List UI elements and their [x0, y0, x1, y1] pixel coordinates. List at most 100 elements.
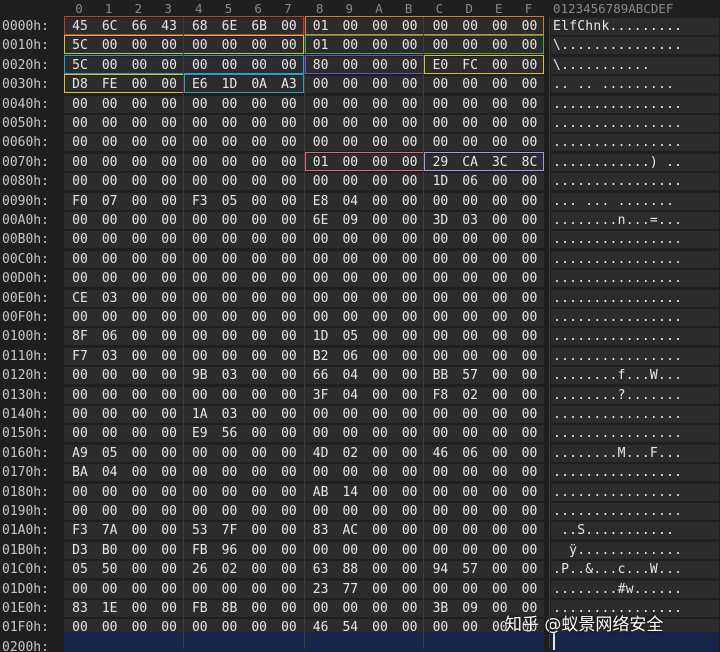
- hex-byte[interactable]: 00: [307, 114, 335, 133]
- hex-byte[interactable]: 00: [396, 386, 424, 405]
- hex-byte[interactable]: 00: [155, 153, 183, 172]
- hex-byte[interactable]: 00: [516, 289, 544, 308]
- hex-byte[interactable]: 00: [155, 269, 183, 288]
- hex-byte[interactable]: 00: [486, 269, 514, 288]
- hex-byte[interactable]: 00: [366, 424, 394, 443]
- hex-byte[interactable]: 00: [366, 327, 394, 346]
- hex-byte[interactable]: 00: [336, 250, 364, 269]
- hex-byte[interactable]: 00: [516, 133, 544, 152]
- hex-byte[interactable]: 00: [125, 386, 153, 405]
- hex-byte[interactable]: D3: [66, 541, 94, 560]
- hex-byte[interactable]: 00: [516, 95, 544, 114]
- ascii-row[interactable]: ................: [553, 463, 718, 482]
- hex-byte[interactable]: 00: [155, 327, 183, 346]
- hex-byte[interactable]: 00: [275, 424, 303, 443]
- ascii-row[interactable]: \...............: [553, 36, 718, 55]
- hex-byte[interactable]: 00: [396, 133, 424, 152]
- hex-byte[interactable]: 00: [426, 405, 454, 424]
- hex-byte[interactable]: 00: [245, 386, 273, 405]
- hex-byte[interactable]: 00: [396, 250, 424, 269]
- ascii-row[interactable]: ................: [553, 327, 718, 346]
- hex-byte[interactable]: 00: [456, 192, 484, 211]
- hex-byte[interactable]: 00: [366, 75, 394, 94]
- hex-byte[interactable]: 00: [336, 502, 364, 521]
- ascii-row[interactable]: ................: [553, 483, 718, 502]
- hex-byte[interactable]: 00: [125, 463, 153, 482]
- hex-byte[interactable]: 00: [516, 347, 544, 366]
- hex-byte[interactable]: 00: [366, 308, 394, 327]
- hex-byte[interactable]: 00: [155, 289, 183, 308]
- hex-byte[interactable]: 00: [486, 75, 514, 94]
- hex-byte[interactable]: 00: [366, 192, 394, 211]
- hex-byte[interactable]: 83: [66, 599, 94, 618]
- hex-byte[interactable]: 50: [96, 560, 124, 579]
- hex-byte[interactable]: 4D: [307, 444, 335, 463]
- hex-byte[interactable]: 05: [336, 327, 364, 346]
- hex-byte[interactable]: 56: [216, 424, 244, 443]
- hex-byte[interactable]: 00: [486, 172, 514, 191]
- hex-byte[interactable]: 00: [96, 502, 124, 521]
- hex-byte[interactable]: 00: [516, 114, 544, 133]
- hex-byte[interactable]: 00: [216, 502, 244, 521]
- hex-byte[interactable]: 00: [366, 269, 394, 288]
- hex-byte[interactable]: 00: [275, 580, 303, 599]
- hex-byte[interactable]: 00: [216, 172, 244, 191]
- hex-byte[interactable]: 96: [216, 541, 244, 560]
- hex-byte[interactable]: F0: [66, 192, 94, 211]
- hex-byte[interactable]: 00: [125, 133, 153, 152]
- hex-byte[interactable]: 00: [125, 560, 153, 579]
- hex-byte[interactable]: 00: [275, 386, 303, 405]
- hex-byte[interactable]: 00: [516, 580, 544, 599]
- hex-byte[interactable]: 00: [396, 114, 424, 133]
- hex-byte[interactable]: 00: [245, 405, 273, 424]
- hex-byte[interactable]: 00: [396, 560, 424, 579]
- hex-byte[interactable]: 00: [96, 153, 124, 172]
- hex-byte[interactable]: 00: [396, 366, 424, 385]
- hex-byte[interactable]: 00: [516, 211, 544, 230]
- hex-byte[interactable]: 00: [396, 541, 424, 560]
- hex-byte[interactable]: 00: [486, 405, 514, 424]
- hex-byte[interactable]: 00: [396, 327, 424, 346]
- hex-byte[interactable]: 00: [186, 502, 214, 521]
- hex-byte[interactable]: 00: [245, 444, 273, 463]
- hex-byte[interactable]: 00: [125, 502, 153, 521]
- hex-byte[interactable]: 00: [336, 308, 364, 327]
- hex-byte[interactable]: 00: [366, 211, 394, 230]
- hex-byte[interactable]: 00: [155, 230, 183, 249]
- hex-byte[interactable]: 00: [96, 95, 124, 114]
- hex-byte[interactable]: 00: [245, 114, 273, 133]
- hex-byte[interactable]: 7F: [216, 521, 244, 540]
- hex-byte[interactable]: 00: [307, 95, 335, 114]
- hex-byte[interactable]: 00: [336, 599, 364, 618]
- hex-byte[interactable]: 00: [426, 308, 454, 327]
- hex-byte[interactable]: 00: [366, 133, 394, 152]
- hex-byte[interactable]: 00: [516, 424, 544, 443]
- hex-byte[interactable]: 00: [125, 405, 153, 424]
- hex-byte[interactable]: BB: [426, 366, 454, 385]
- ascii-row[interactable]: ........#w......: [553, 580, 718, 599]
- hex-byte[interactable]: 00: [216, 483, 244, 502]
- hex-byte[interactable]: 00: [96, 269, 124, 288]
- hex-byte[interactable]: 00: [186, 327, 214, 346]
- hex-byte[interactable]: 6E: [307, 211, 335, 230]
- hex-byte[interactable]: 00: [366, 560, 394, 579]
- hex-byte[interactable]: 00: [307, 133, 335, 152]
- hex-byte[interactable]: 3D: [426, 211, 454, 230]
- hex-byte[interactable]: 00: [125, 541, 153, 560]
- hex-byte[interactable]: 03: [96, 347, 124, 366]
- hex-byte[interactable]: 00: [336, 424, 364, 443]
- hex-byte[interactable]: 57: [456, 366, 484, 385]
- hex-byte[interactable]: 00: [275, 327, 303, 346]
- hex-byte[interactable]: 00: [66, 230, 94, 249]
- hex-byte[interactable]: 00: [426, 327, 454, 346]
- hex-byte[interactable]: 00: [366, 95, 394, 114]
- hex-byte[interactable]: 00: [66, 153, 94, 172]
- hex-byte[interactable]: 00: [486, 386, 514, 405]
- hex-byte[interactable]: 00: [245, 211, 273, 230]
- hex-byte[interactable]: 00: [456, 463, 484, 482]
- hex-byte[interactable]: 00: [486, 192, 514, 211]
- hex-byte[interactable]: 00: [275, 211, 303, 230]
- hex-byte[interactable]: 00: [366, 502, 394, 521]
- hex-byte[interactable]: 00: [516, 269, 544, 288]
- hex-byte[interactable]: 00: [486, 463, 514, 482]
